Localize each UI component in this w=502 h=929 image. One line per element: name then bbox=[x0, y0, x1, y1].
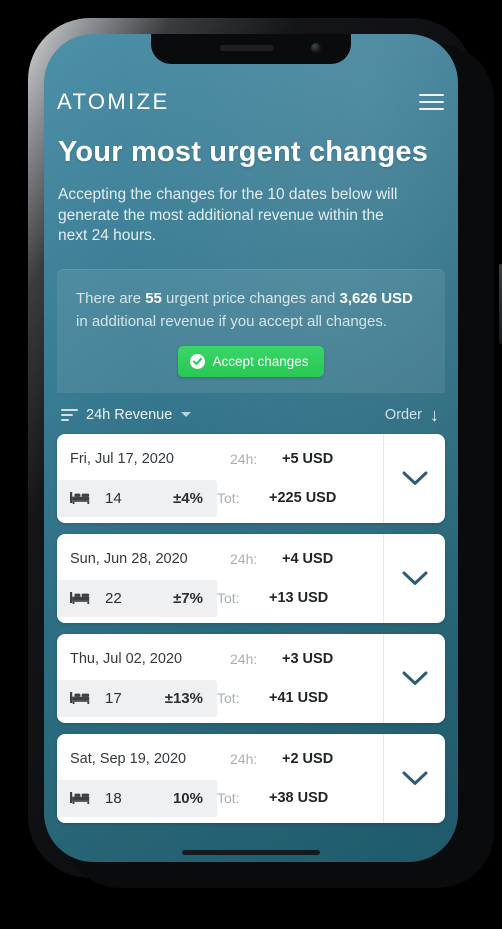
occupancy-value: 18 bbox=[105, 789, 122, 807]
row-expand-button[interactable] bbox=[383, 533, 445, 623]
row-top-line: Sat, Sep 19, 2020 24h: +2 USD bbox=[57, 744, 383, 775]
row-total-label: Tot: bbox=[217, 690, 240, 706]
arrow-down-icon: ↓ bbox=[430, 404, 439, 425]
accept-changes-label: Accept changes bbox=[212, 353, 309, 369]
order-toggle[interactable]: Order ↓ bbox=[384, 404, 439, 425]
row-24h-value: +3 USD bbox=[282, 651, 334, 667]
chevron-down-icon bbox=[402, 671, 428, 686]
percent-value: ±4% bbox=[173, 489, 203, 507]
row-total-label: Tot: bbox=[217, 490, 240, 506]
row-date: Fri, Jul 17, 2020 bbox=[70, 451, 174, 467]
row-top-line: Fri, Jul 17, 2020 24h: +5 USD bbox=[57, 444, 383, 475]
row-24h-label: 24h: bbox=[230, 451, 258, 467]
row-total-value: +41 USD bbox=[269, 690, 329, 706]
chevron-down-icon bbox=[402, 571, 428, 586]
row-date: Sun, Jun 28, 2020 bbox=[70, 551, 188, 567]
row-content: Sun, Jun 28, 2020 24h: +4 USD 22 ±7% Tot… bbox=[57, 534, 383, 623]
row-total-label: Tot: bbox=[217, 790, 240, 806]
row-total-label: Tot: bbox=[217, 590, 240, 606]
accept-changes-button[interactable]: Accept changes bbox=[178, 345, 324, 377]
occupancy-chip: 22 ±7% bbox=[57, 579, 217, 617]
accept-button-wrapper: Accept changes bbox=[76, 345, 426, 377]
row-24h-value: +2 USD bbox=[282, 751, 334, 767]
row-expand-button[interactable] bbox=[383, 633, 445, 723]
row-24h-value: +4 USD bbox=[282, 551, 334, 567]
occupancy-chip: 18 10% bbox=[57, 779, 217, 817]
sort-bar: 24h Revenue Order ↓ bbox=[57, 393, 445, 434]
urgent-changes-count: 55 bbox=[145, 289, 162, 307]
row-bottom-line: 17 ±13% Tot: +41 USD bbox=[57, 679, 383, 717]
summary-text: There are 55 urgent price changes and 3,… bbox=[76, 287, 426, 333]
row-total-value: +38 USD bbox=[269, 790, 329, 806]
row-bottom-line: 14 ±4% Tot: +225 USD bbox=[57, 479, 383, 517]
sort-field-label: 24h Revenue bbox=[86, 406, 173, 423]
row-expand-button[interactable] bbox=[383, 733, 445, 823]
page-subtitle: Accepting the changes for the 10 dates b… bbox=[58, 186, 398, 244]
page-title: Your most urgent changes bbox=[58, 136, 429, 168]
occupancy-value: 17 bbox=[105, 689, 122, 707]
atomize-logo: ATOMIZE bbox=[57, 88, 170, 114]
occupancy-value: 14 bbox=[105, 489, 122, 507]
front-camera bbox=[311, 43, 321, 53]
chevron-down-icon bbox=[402, 471, 428, 486]
phone-screen: ATOMIZE Your most urgent changes Accepti… bbox=[44, 34, 458, 862]
percent-value: ±13% bbox=[164, 689, 203, 707]
row-total-group: Tot: +13 USD bbox=[217, 580, 383, 617]
row-content: Thu, Jul 02, 2020 24h: +3 USD 17 ±13% To… bbox=[57, 634, 383, 723]
row-expand-button[interactable] bbox=[383, 433, 445, 523]
row-total-value: +225 USD bbox=[269, 490, 337, 506]
chevron-down-icon bbox=[402, 771, 428, 786]
occupancy-value: 22 bbox=[105, 589, 122, 607]
row-total-group: Tot: +225 USD bbox=[217, 480, 383, 517]
row-24h-label: 24h: bbox=[230, 751, 258, 767]
row-top-line: Thu, Jul 02, 2020 24h: +3 USD bbox=[57, 644, 383, 675]
summary-text-part3: in additional revenue if you accept all … bbox=[76, 312, 388, 330]
row-total-group: Tot: +38 USD bbox=[217, 780, 383, 817]
row-24h-label: 24h: bbox=[230, 551, 258, 567]
row-24h-label: 24h: bbox=[230, 651, 258, 667]
row-bottom-line: 18 10% Tot: +38 USD bbox=[57, 779, 383, 817]
earpiece-speaker bbox=[219, 45, 274, 51]
bed-icon bbox=[70, 691, 91, 705]
sort-selector[interactable]: 24h Revenue bbox=[61, 406, 192, 423]
table-row[interactable]: Thu, Jul 02, 2020 24h: +3 USD 17 ±13% To… bbox=[57, 633, 445, 723]
row-24h-value: +5 USD bbox=[282, 451, 334, 467]
occupancy-chip: 14 ±4% bbox=[57, 479, 217, 517]
sort-filter-icon bbox=[61, 408, 78, 421]
row-content: Fri, Jul 17, 2020 24h: +5 USD 14 ±4% Tot… bbox=[57, 434, 383, 523]
occupancy-chip: 17 ±13% bbox=[57, 679, 217, 717]
summary-text-part1: There are bbox=[76, 289, 146, 307]
row-content: Sat, Sep 19, 2020 24h: +2 USD 18 10% Tot… bbox=[57, 734, 383, 823]
phone-notch bbox=[151, 34, 351, 64]
caret-down-icon bbox=[181, 412, 192, 417]
screenshot-stage: ATOMIZE Your most urgent changes Accepti… bbox=[0, 0, 502, 929]
table-row[interactable]: Sat, Sep 19, 2020 24h: +2 USD 18 10% Tot… bbox=[57, 733, 445, 823]
summary-card: There are 55 urgent price changes and 3,… bbox=[57, 268, 445, 393]
summary-text-part2: urgent price changes and bbox=[161, 289, 340, 307]
hamburger-menu-icon[interactable] bbox=[418, 90, 445, 114]
percent-value: ±7% bbox=[173, 589, 203, 607]
table-row[interactable]: Sun, Jun 28, 2020 24h: +4 USD 22 ±7% Tot… bbox=[57, 533, 445, 623]
row-top-line: Sun, Jun 28, 2020 24h: +4 USD bbox=[57, 544, 383, 575]
app-content: ATOMIZE Your most urgent changes Accepti… bbox=[44, 34, 458, 862]
bed-icon bbox=[70, 491, 91, 505]
bed-icon bbox=[70, 591, 91, 605]
percent-value: 10% bbox=[172, 789, 203, 807]
bed-icon bbox=[70, 791, 91, 805]
order-label: Order bbox=[384, 406, 422, 423]
row-total-group: Tot: +41 USD bbox=[217, 680, 383, 717]
row-bottom-line: 22 ±7% Tot: +13 USD bbox=[57, 579, 383, 617]
check-circle-icon bbox=[190, 353, 206, 369]
table-row[interactable]: Fri, Jul 17, 2020 24h: +5 USD 14 ±4% Tot… bbox=[57, 433, 445, 523]
additional-revenue-amount: 3,626 USD bbox=[339, 289, 413, 307]
row-total-value: +13 USD bbox=[269, 590, 329, 606]
home-indicator bbox=[182, 850, 320, 855]
row-date: Thu, Jul 02, 2020 bbox=[70, 651, 183, 667]
urgent-changes-list: Fri, Jul 17, 2020 24h: +5 USD 14 ±4% Tot… bbox=[57, 433, 445, 823]
row-date: Sat, Sep 19, 2020 bbox=[70, 751, 187, 767]
